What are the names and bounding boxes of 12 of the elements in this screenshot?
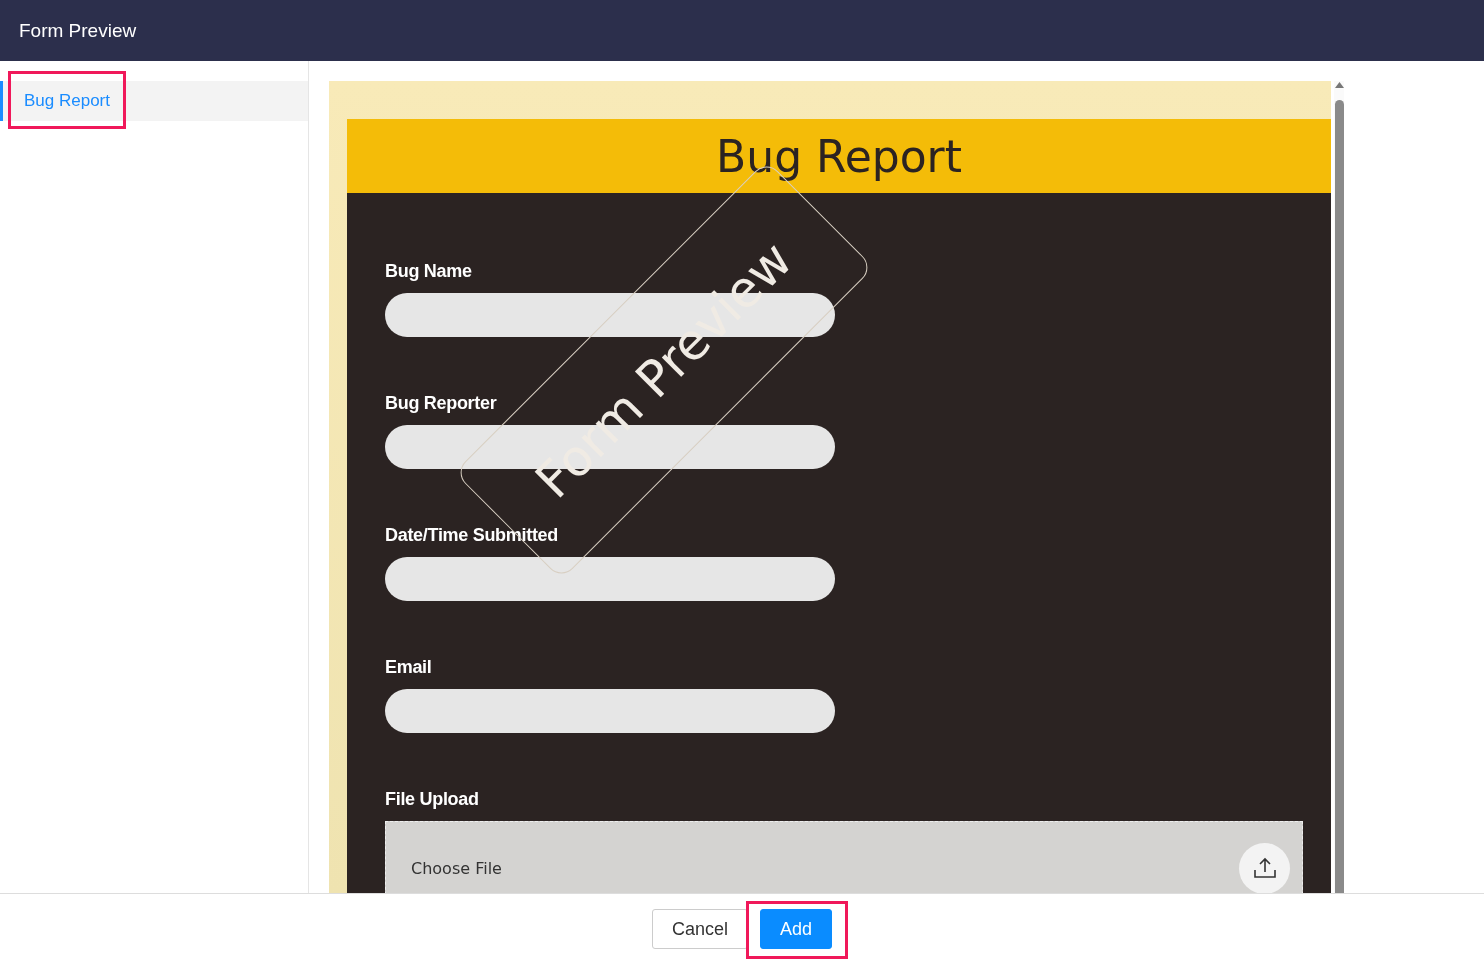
scrollbar[interactable] [1334, 81, 1344, 893]
upload-button[interactable] [1239, 842, 1290, 893]
input-field[interactable] [385, 557, 835, 601]
input-field[interactable] [385, 689, 835, 733]
scroll-up-arrow-icon[interactable] [1334, 81, 1344, 88]
upload-icon [1252, 857, 1277, 879]
field-label: File Upload [385, 789, 480, 810]
file-upload-field[interactable]: Choose File [385, 821, 1303, 893]
field-label: Email [385, 657, 433, 678]
cancel-button[interactable]: Cancel [651, 909, 748, 949]
window-title: Form Preview [19, 19, 137, 42]
file-placeholder: Choose File [411, 858, 502, 878]
